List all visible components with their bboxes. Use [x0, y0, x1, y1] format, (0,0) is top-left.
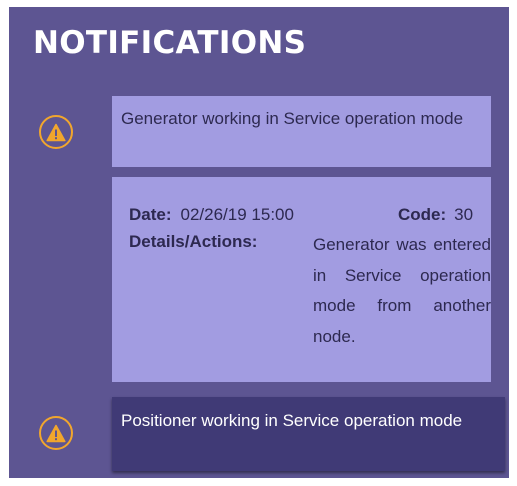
date-row: Date: 02/26/19 15:00 — [129, 203, 294, 227]
notification-item-selected[interactable]: Positioner working in Service operation … — [112, 397, 505, 471]
code-row: Code: 30 — [398, 203, 490, 227]
notification-message: Generator working in Service operation m… — [121, 109, 464, 128]
code-value: 30 — [454, 205, 474, 224]
notification-details: Date: 02/26/19 15:00 Code: 30 Details/Acti… — [112, 177, 491, 382]
panel-title: NOTIFICATIONS — [33, 25, 307, 61]
date-label: Date: — [129, 205, 172, 224]
notification-message: Positioner working in Service operation … — [121, 411, 463, 430]
code-label: Code: — [398, 205, 447, 224]
details-label: Details/Actions: — [129, 232, 258, 251]
warning-icon — [39, 416, 73, 450]
notifications-panel: NOTIFICATIONS Generator working in Servi… — [9, 7, 509, 478]
details-text: Generator was entered in Service operati… — [313, 235, 491, 346]
warning-icon — [39, 115, 73, 149]
notification-item[interactable]: Generator working in Service operation m… — [112, 96, 491, 167]
date-value: 02/26/19 15:00 — [180, 205, 294, 224]
